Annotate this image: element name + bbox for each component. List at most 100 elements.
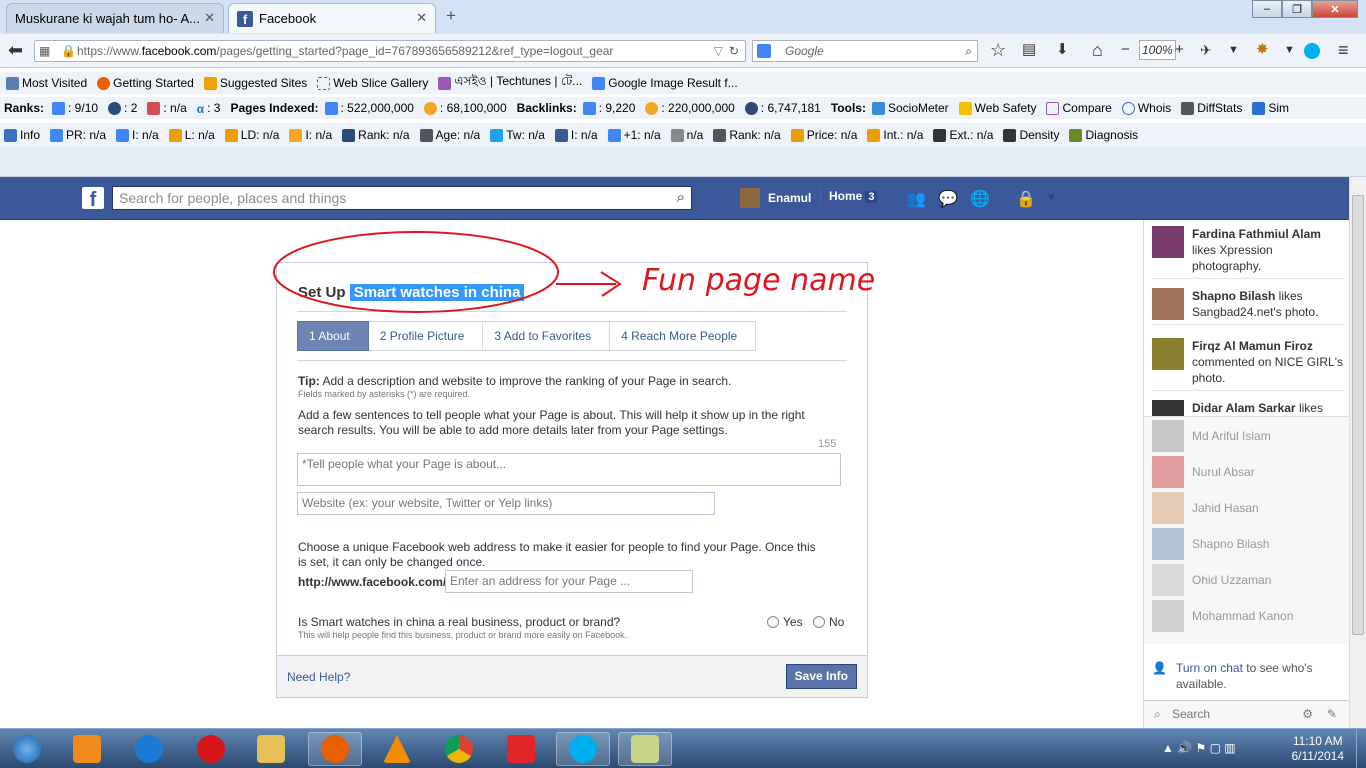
step-reach-more-people[interactable]: 4 Reach More People bbox=[610, 321, 757, 351]
notifications-globe-icon[interactable]: 🌐 bbox=[970, 189, 990, 208]
tool-whois[interactable]: Whois bbox=[1121, 101, 1171, 115]
url-bar[interactable]: ▦ 🔒 https://www.facebook.com/pages/getti… bbox=[34, 40, 746, 62]
settings-gear-icon[interactable]: ⚙ bbox=[1302, 701, 1313, 727]
need-help-link[interactable]: Need Help? bbox=[287, 670, 350, 684]
bookmark-most-visited[interactable]: Most Visited bbox=[6, 76, 87, 90]
taskbar-explorer[interactable] bbox=[244, 732, 298, 766]
info-item[interactable]: Ext.: n/a bbox=[933, 128, 993, 142]
pages-bing[interactable]: : 68,100,000 bbox=[423, 101, 507, 115]
chat-friend[interactable]: Ohid Uzzaman bbox=[1152, 562, 1271, 598]
backlinks-3[interactable]: : 6,747,181 bbox=[744, 101, 821, 115]
back-icon[interactable]: ⬅ bbox=[8, 40, 23, 60]
chat-friend[interactable]: Md Ariful Islam bbox=[1152, 418, 1271, 454]
new-tab-button[interactable]: + bbox=[446, 6, 456, 26]
tool-sociometer[interactable]: SocioMeter bbox=[871, 101, 949, 115]
reload-icon[interactable]: ↻ bbox=[729, 41, 739, 61]
search-icon[interactable]: ⌕ bbox=[965, 41, 972, 61]
info-item[interactable]: Density bbox=[1003, 128, 1059, 142]
info-item[interactable]: L: n/a bbox=[168, 128, 215, 142]
info-item[interactable]: Diagnosis bbox=[1069, 128, 1138, 142]
gear-addon-icon[interactable]: ✸ bbox=[1256, 40, 1269, 60]
info-item[interactable]: Info bbox=[4, 128, 40, 142]
about-textarea[interactable]: *Tell people what your Page is about... bbox=[297, 453, 841, 486]
rank-4[interactable]: α: 3 bbox=[197, 101, 221, 116]
save-info-button[interactable]: Save Info bbox=[785, 664, 857, 689]
home-icon[interactable]: ⌂ bbox=[1092, 40, 1103, 60]
zoom-in-icon[interactable]: + bbox=[1175, 40, 1184, 60]
chat-friend[interactable]: Nurul Absar bbox=[1152, 454, 1255, 490]
privacy-shortcuts-icon[interactable]: 🔒 bbox=[1016, 189, 1036, 208]
chat-friend[interactable]: Shapno Bilash bbox=[1152, 526, 1269, 562]
bookmark-star-icon[interactable]: ☆ bbox=[990, 40, 1006, 60]
chat-friend[interactable]: Jahid Hasan bbox=[1152, 490, 1259, 526]
scrollbar-thumb[interactable] bbox=[1352, 195, 1364, 635]
backlinks-bing[interactable]: : 220,000,000 bbox=[645, 101, 735, 115]
close-icon[interactable]: ✕ bbox=[204, 10, 215, 26]
tool-diffstats[interactable]: DiffStats bbox=[1181, 101, 1242, 115]
facebook-search-input[interactable]: Search for people, places and things ⌕ bbox=[112, 186, 692, 210]
chat-friend[interactable]: Mohammad Kanon bbox=[1152, 598, 1293, 634]
step-profile-picture[interactable]: 2 Profile Picture bbox=[368, 321, 484, 351]
address-input[interactable]: Enter an address for your Page ... bbox=[445, 570, 693, 593]
taskbar-media-player[interactable] bbox=[60, 732, 114, 766]
info-item[interactable]: Age: n/a bbox=[419, 128, 480, 142]
addon-icon[interactable]: ✈ bbox=[1200, 40, 1212, 60]
taskbar-vlc[interactable] bbox=[370, 732, 424, 766]
close-icon[interactable]: ✕ bbox=[416, 10, 427, 26]
tool-web-safety[interactable]: Web Safety bbox=[958, 101, 1036, 115]
show-desktop-button[interactable] bbox=[1356, 729, 1366, 768]
taskbar-downloader[interactable] bbox=[494, 732, 548, 766]
facebook-logo-icon[interactable]: f bbox=[82, 187, 104, 211]
step-about[interactable]: 1 About bbox=[297, 321, 369, 351]
tab-facebook[interactable]: f Facebook ✕ bbox=[228, 3, 436, 33]
ticker-item[interactable]: Didar Alam Sarkar likes bbox=[1152, 400, 1344, 416]
bookmark-google-image[interactable]: Google Image Result f... bbox=[592, 76, 738, 90]
minimize-button[interactable]: ‒ bbox=[1252, 0, 1282, 18]
bookmarks-list-icon[interactable]: ▤ bbox=[1022, 40, 1036, 60]
info-item[interactable]: Rank: n/a bbox=[713, 128, 781, 142]
ticker-item[interactable]: Fardina Fathmiul Alam likes Xpression ph… bbox=[1152, 226, 1344, 279]
info-item[interactable]: Tw: n/a bbox=[490, 128, 545, 142]
taskbar-skype[interactable] bbox=[556, 732, 610, 766]
backlinks-google[interactable]: : 9,220 bbox=[582, 101, 635, 115]
download-icon[interactable]: ⬇ bbox=[1056, 40, 1069, 60]
taskbar-opera[interactable] bbox=[184, 732, 238, 766]
home-link[interactable]: Home 3 bbox=[820, 189, 878, 203]
chat-search-input[interactable]: ⌕ Search ⚙ ✎ bbox=[1144, 700, 1349, 728]
info-item[interactable]: LD: n/a bbox=[224, 128, 279, 142]
rank-3[interactable]: : n/a bbox=[147, 101, 187, 115]
taskbar-firefox[interactable] bbox=[308, 732, 362, 766]
radio-yes[interactable]: Yes bbox=[767, 615, 803, 629]
info-item[interactable]: Price: n/a bbox=[790, 128, 857, 142]
tab-muskurane[interactable]: Muskurane ki wajah tum ho- A... ✕ bbox=[6, 3, 224, 33]
messages-icon[interactable]: 💬 bbox=[938, 189, 958, 208]
tray-icons[interactable]: ▲ 🔊 ⚑ ▢ ▥ bbox=[1162, 741, 1236, 755]
rank-2[interactable]: : 2 bbox=[108, 101, 137, 115]
dropdown-icon[interactable]: ▽ bbox=[714, 41, 723, 61]
close-window-button[interactable]: ✕ bbox=[1312, 0, 1358, 18]
profile-link[interactable]: Enamul bbox=[740, 188, 811, 208]
info-item[interactable]: I: n/a bbox=[289, 128, 332, 142]
chevron-down-icon[interactable]: ▼ bbox=[1284, 40, 1295, 60]
bookmark-web-slice[interactable]: Web Slice Gallery bbox=[317, 76, 428, 90]
bookmark-techtunes[interactable]: এসইও | Techtunes | টে... bbox=[438, 73, 582, 93]
info-item[interactable]: I: n/a bbox=[554, 128, 598, 142]
pages-google[interactable]: : 522,000,000 bbox=[324, 101, 414, 115]
info-item[interactable]: +1: n/a bbox=[607, 128, 661, 142]
zoom-out-icon[interactable]: − bbox=[1121, 40, 1130, 60]
system-clock[interactable]: 11:10 AM 6/11/2014 bbox=[1292, 734, 1345, 764]
turn-on-chat-link[interactable]: Turn on chat bbox=[1176, 661, 1243, 675]
search-icon[interactable]: ⌕ bbox=[677, 187, 685, 209]
tool-compare[interactable]: Compare bbox=[1046, 101, 1112, 115]
radio-no[interactable]: No bbox=[813, 615, 844, 629]
zoom-level[interactable]: 100% bbox=[1139, 40, 1176, 60]
info-item[interactable]: Rank: n/a bbox=[342, 128, 410, 142]
bookmark-suggested-sites[interactable]: Suggested Sites bbox=[203, 76, 307, 90]
chevron-down-icon[interactable]: ▼ bbox=[1228, 40, 1239, 60]
chevron-down-icon[interactable]: ▼ bbox=[1046, 192, 1066, 210]
friend-requests-icon[interactable]: 👥 bbox=[906, 189, 926, 208]
compose-icon[interactable]: ✎ bbox=[1327, 701, 1337, 727]
taskbar-chrome[interactable] bbox=[432, 732, 486, 766]
rank-google[interactable]: : 9/10 bbox=[52, 101, 98, 115]
info-item[interactable]: n/a bbox=[670, 128, 703, 142]
